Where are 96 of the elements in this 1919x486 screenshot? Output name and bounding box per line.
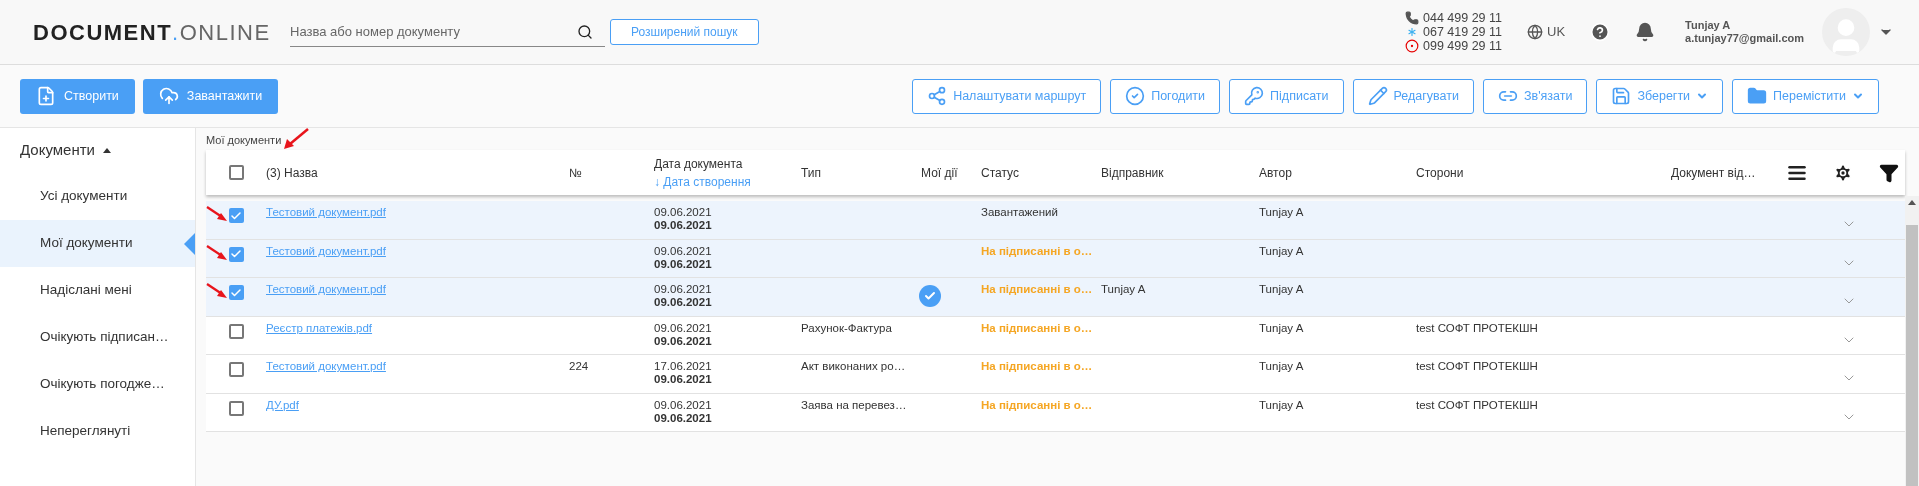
sidebar-item[interactable]: Усі документи — [0, 173, 195, 220]
table-row[interactable]: Тестовий документ.pdf 09.06.2021 09.06.2021 На підписанні в о… Tunjay A Tunjay A — [206, 278, 1905, 317]
column-header[interactable]: Мої дії — [911, 163, 971, 182]
checkbox[interactable] — [228, 285, 244, 300]
checkbox[interactable] — [228, 400, 244, 416]
table-cell-text: test СОФТ ПРОТЕКШН — [1415, 360, 1539, 373]
bell-icon[interactable] — [1635, 22, 1656, 42]
breadcrumb: Мої документи — [206, 133, 282, 147]
table-cell-text: Tunjay A — [1258, 398, 1305, 412]
checkbox[interactable] — [228, 362, 244, 377]
status-text: На підписанні в о… — [980, 283, 1091, 296]
scroll-up-icon[interactable] — [1908, 200, 1916, 205]
table-cell-text: 224 — [568, 360, 590, 373]
globe-icon[interactable] — [1527, 24, 1543, 40]
checkbox[interactable] — [228, 246, 244, 262]
status-text: На підписанні в о… — [980, 321, 1091, 335]
table-cell-text: Tunjay A — [1258, 206, 1305, 219]
pencil-icon — [1367, 86, 1388, 106]
sidebar-item[interactable]: Непереглянуті — [0, 408, 195, 455]
table-cell-text: 09.06.2021 — [654, 283, 713, 296]
table-cell-text: test СОФТ ПРОТЕКШН — [1415, 398, 1539, 412]
table-cell-text: 09.06.2021 — [654, 219, 713, 232]
table-cell-text: test СОФТ ПРОТЕКШН — [1415, 321, 1539, 335]
table-cell-text: 17.06.2021 — [654, 360, 713, 373]
table-cell-text: 09.06.2021 — [654, 334, 713, 348]
user-email: a.tunjay77@gmail.com — [1685, 32, 1804, 45]
table-row[interactable]: Тестовий документ.pdf 09.06.2021 09.06.2021 На підписанні в о… Tunjay A — [206, 239, 1905, 278]
table-cell-text: Заява на перевез… — [800, 398, 908, 412]
folder-icon — [1747, 86, 1768, 106]
status-text: На підписанні в о… — [980, 360, 1091, 373]
table-cell-text: Tunjay A — [1258, 283, 1305, 296]
filter-icon[interactable] — [1879, 162, 1899, 183]
phone-number: 044 499 29 11 — [1423, 11, 1502, 25]
scrollbar-thumb[interactable] — [1906, 225, 1918, 486]
table-cell-text: 09.06.2021 — [654, 244, 713, 258]
table-cell-text: 09.06.2021 — [654, 321, 713, 335]
column-header[interactable]: Документ від… — [1669, 163, 1779, 182]
table-cell-text: 09.06.2021 — [654, 296, 713, 309]
check-icon — [230, 286, 242, 299]
annotation-arrow-icon — [282, 128, 310, 150]
sidebar-item[interactable]: Мої документи — [0, 220, 195, 267]
table-row[interactable]: Тестовий документ.pdf 09.06.2021 09.06.2021 Завантажений Tunjay A — [206, 201, 1905, 240]
checkbox[interactable] — [228, 165, 244, 180]
table-cell-text: 09.06.2021 — [654, 206, 713, 219]
table-cell-text: Tunjay A — [1258, 321, 1305, 335]
cloud-upload-icon — [158, 86, 179, 106]
table-row[interactable]: ДУ.pdf 09.06.2021 09.06.2021 Заява на перевез… На підписанні в о… Tunjay A test СОФТ ПРОТЕКШН — [206, 393, 1905, 432]
table-row[interactable]: Тестовий документ.pdf 224 17.06.2021 09.06.2021 Акт виконаних ро… На підписанні в о… Tunjay A test СОФТ ПРОТЕКШН — [206, 355, 1905, 394]
table-cell-text: Tunjay A — [1258, 244, 1305, 258]
sidebar-item[interactable]: Очікують підписан… — [0, 314, 195, 361]
search-icon[interactable] — [577, 23, 593, 40]
column-header[interactable]: Тип — [791, 163, 911, 182]
settings-icon[interactable] — [1833, 162, 1853, 183]
column-header[interactable]: Автор — [1246, 163, 1404, 182]
table-cell-text: Акт виконаних ро… — [800, 360, 907, 373]
checkbox[interactable] — [228, 208, 244, 223]
sidebar-item[interactable]: Надіслані мені — [0, 267, 195, 314]
check-circle-icon — [1125, 86, 1146, 106]
checkbox[interactable] — [228, 323, 244, 339]
column-header[interactable]: Сторони — [1404, 163, 1669, 182]
phone-number: 099 499 29 11 — [1423, 39, 1502, 53]
key-icon — [1244, 86, 1265, 106]
status-text: На підписанні в о… — [980, 244, 1091, 258]
table-cell-text: Рахунок-Фактура — [800, 321, 893, 335]
table-cell-text: 09.06.2021 — [654, 373, 713, 386]
column-header[interactable]: Відправник — [1091, 163, 1246, 182]
table-cell-text: 09.06.2021 — [654, 257, 713, 271]
column-header[interactable]: № — [556, 163, 641, 182]
file-plus-icon — [36, 86, 56, 106]
scrollbar[interactable] — [1905, 196, 1919, 486]
logo-text: DOCUMENT.ONLINE — [33, 18, 271, 47]
phone-number: 067 419 29 11 — [1423, 25, 1502, 39]
table-cell-text: Tunjay A — [1100, 283, 1147, 296]
circle-dot-icon — [1405, 39, 1419, 53]
table-cell-text: Tunjay A — [1258, 360, 1305, 373]
sidebar-item[interactable]: Очікують погодже… — [0, 361, 195, 408]
search-field[interactable]: Назва або номер документу — [290, 17, 577, 46]
selection-pointer-icon — [184, 232, 195, 255]
sidebar-section[interactable]: Документи — [0, 128, 195, 173]
phone-icon — [1405, 11, 1419, 25]
table-cell-text: 09.06.2021 — [654, 398, 713, 412]
star-icon — [1405, 25, 1419, 39]
column-header[interactable]: Статус — [971, 163, 1091, 182]
column-header[interactable]: Дата документа — [654, 154, 791, 173]
status-text: На підписанні в о… — [980, 398, 1091, 412]
table-row[interactable]: Реєстр платежів.pdf 09.06.2021 09.06.2021 Рахунок-Фактура На підписанні в о… Tunjay A test СОФТ ПРОТЕКШН — [206, 316, 1905, 355]
share-icon — [927, 86, 948, 106]
help-icon[interactable] — [1590, 22, 1611, 42]
check-icon — [230, 248, 242, 260]
check-icon — [924, 290, 936, 302]
status-text: Завантажений — [980, 206, 1059, 219]
user-name: Tunjay A — [1685, 19, 1732, 32]
column-header[interactable]: (3) Назва — [266, 163, 556, 182]
check-icon — [230, 209, 242, 222]
language-selector[interactable]: UK — [1547, 22, 1566, 42]
table-cell-text: 09.06.2021 — [654, 411, 713, 425]
